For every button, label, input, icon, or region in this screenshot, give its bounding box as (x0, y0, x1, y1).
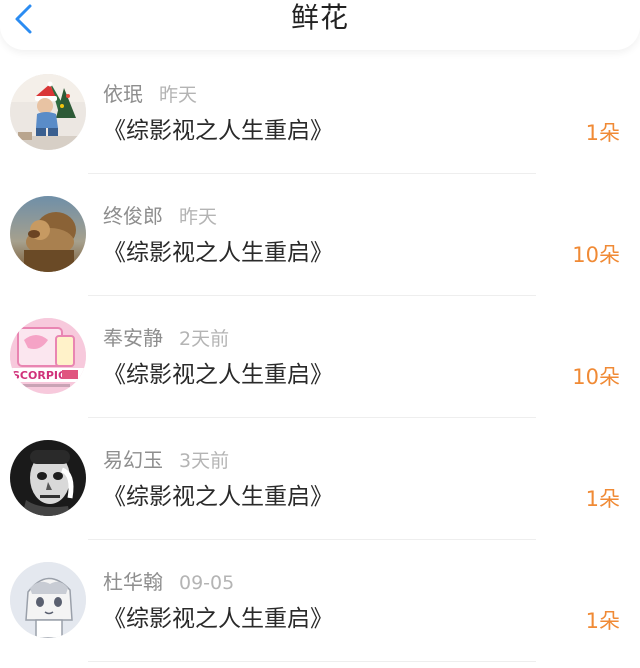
book-title[interactable]: 《综影视之人生重启》 (103, 360, 333, 390)
list-item[interactable]: SCORPIO 奉安静 2天前 《综影视之人生重启》 10朵 (0, 296, 640, 418)
user-photo-icon (10, 196, 86, 272)
flower-count: 10朵 (572, 243, 620, 267)
record-meta: 易幻玉 3天前 (103, 447, 229, 474)
record-meta: 终俊郎 昨天 (103, 203, 217, 230)
record-meta: 奉安静 2天前 (103, 325, 229, 352)
flower-count: 1朵 (585, 487, 620, 511)
user-photo-icon (10, 440, 86, 516)
list-item[interactable]: 终俊郎 昨天 《综影视之人生重启》 10朵 (0, 174, 640, 296)
flower-records-page: 鲜花 依珉 昨天 《综影视之人生重启》 1朵 终俊郎 昨天 《综影视之人生重启》… (0, 0, 640, 668)
user-name[interactable]: 奉安静 (103, 326, 163, 350)
flower-count: 10朵 (572, 365, 620, 389)
book-title[interactable]: 《综影视之人生重启》 (103, 604, 333, 634)
book-title[interactable]: 《综影视之人生重启》 (103, 482, 333, 512)
flower-count: 1朵 (585, 121, 620, 145)
user-name[interactable]: 易幻玉 (103, 448, 163, 472)
avatar[interactable] (10, 196, 86, 272)
divider (88, 661, 536, 662)
user-photo-icon (10, 74, 86, 150)
record-time: 2天前 (179, 328, 230, 350)
book-title[interactable]: 《综影视之人生重启》 (103, 116, 333, 146)
user-name[interactable]: 杜华翰 (103, 570, 163, 594)
list-item[interactable]: 易幻玉 3天前 《综影视之人生重启》 1朵 (0, 418, 640, 540)
flower-record-list: 依珉 昨天 《综影视之人生重启》 1朵 终俊郎 昨天 《综影视之人生重启》 10… (0, 52, 640, 662)
record-time: 09-05 (179, 572, 235, 594)
list-item[interactable]: 依珉 昨天 《综影视之人生重启》 1朵 (0, 52, 640, 174)
list-item[interactable]: 杜华翰 09-05 《综影视之人生重启》 1朵 (0, 540, 640, 662)
flower-count: 1朵 (585, 609, 620, 633)
top-nav-bar: 鲜花 (0, 0, 640, 50)
user-photo-icon (10, 562, 86, 638)
record-time: 昨天 (179, 206, 218, 228)
page-title: 鲜花 (290, 1, 349, 34)
record-meta: 依珉 昨天 (103, 81, 197, 108)
user-name[interactable]: 终俊郎 (103, 204, 163, 228)
avatar[interactable] (10, 562, 86, 638)
user-name[interactable]: 依珉 (103, 82, 143, 106)
user-photo-icon: SCORPIO (10, 318, 86, 394)
scorpio-logo-text: SCORPIO (12, 369, 67, 382)
avatar[interactable] (10, 74, 86, 150)
avatar[interactable]: SCORPIO (10, 318, 86, 394)
record-time: 3天前 (179, 450, 230, 472)
record-meta: 杜华翰 09-05 (103, 569, 234, 596)
record-time: 昨天 (159, 84, 198, 106)
avatar[interactable] (10, 440, 86, 516)
book-title[interactable]: 《综影视之人生重启》 (103, 238, 333, 268)
